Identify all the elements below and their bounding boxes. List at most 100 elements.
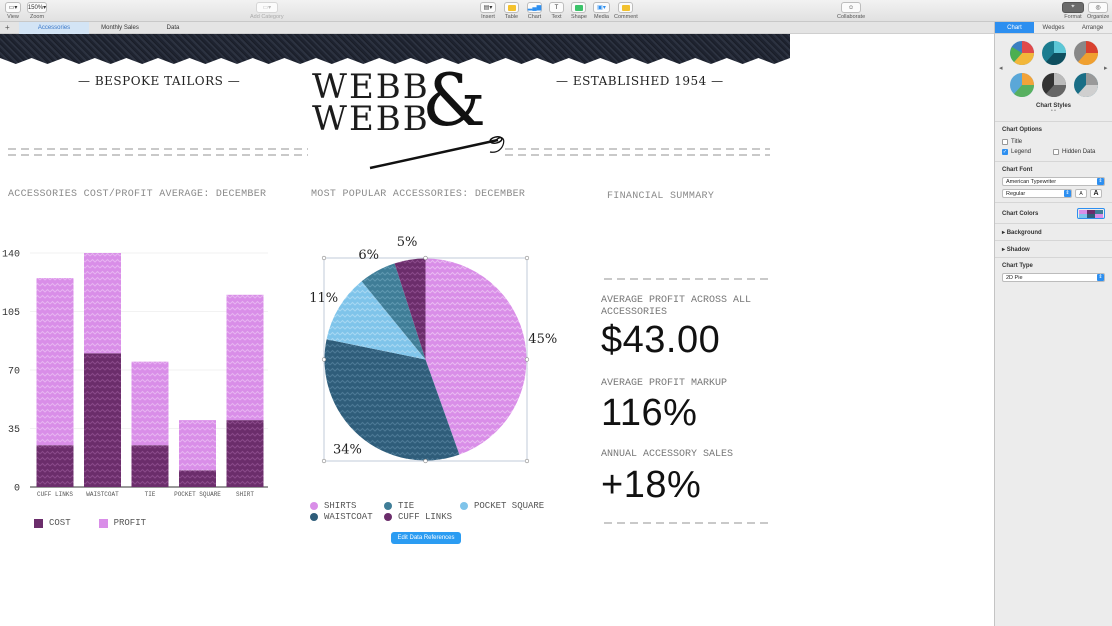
bar-cost[interactable] <box>36 445 74 487</box>
table-icon <box>504 2 519 13</box>
chart-style-2[interactable] <box>1041 40 1067 66</box>
bar-chart[interactable]: CUFF LINKS WAISTCOAT TIE POCKET SQUARE SHIRT… <box>0 234 290 534</box>
legend-label-waistcoat: WAISTCOAT <box>324 512 373 522</box>
sidebar-tab-wedges[interactable]: Wedges <box>1034 22 1073 33</box>
shape-button[interactable]: Shape <box>571 2 587 20</box>
table-button[interactable]: Table <box>504 2 519 20</box>
edit-data-references-button[interactable]: Edit Data References <box>391 532 461 544</box>
media-button[interactable]: ▣▾ Media <box>593 2 610 20</box>
tab-accessories[interactable]: Accessories <box>19 22 89 34</box>
table-label: Table <box>504 14 519 20</box>
legend-label-cuff-links: CUFF LINKS <box>398 512 453 522</box>
background-disclosure[interactable]: ▸ Background <box>995 223 1112 240</box>
add-sheet-button[interactable]: + <box>5 22 10 33</box>
styles-page-dots[interactable]: • • <box>995 109 1112 114</box>
format-sidebar: Chart Wedges Arrange ◂ ▸ Chart Styles • … <box>994 22 1112 626</box>
pie-legend-pocket-square: POCKET SQUARE <box>460 501 544 511</box>
tab-data[interactable]: Data <box>138 22 208 34</box>
legend-dot-tie <box>384 502 392 510</box>
bar-chart-title: ACCESSORIES COST/PROFIT AVERAGE: DECEMBE… <box>8 189 267 200</box>
add-category-icon: ▭▾ <box>255 2 278 13</box>
chevron-left-icon[interactable]: ◂ <box>999 64 1003 72</box>
chart-colors-picker[interactable] <box>1077 208 1105 219</box>
chart-type-value: 2D Pie <box>1006 275 1023 281</box>
title-option[interactable]: Title <box>1002 137 1105 147</box>
chart-button[interactable]: ▂▄▆ Chart <box>527 2 542 20</box>
legend-dot-shirts <box>310 502 318 510</box>
comment-button[interactable]: Comment <box>614 2 638 20</box>
chart-styles-grid: ◂ ▸ <box>995 38 1112 102</box>
chart-style-6[interactable] <box>1073 72 1099 98</box>
pie-value-label: 45% <box>528 332 557 347</box>
chart-type-section: Chart Type 2D Pie ⇕ <box>995 257 1112 286</box>
bar-cost[interactable] <box>226 420 264 487</box>
bar-cost[interactable] <box>84 353 121 487</box>
paintbrush-icon: ⌖ <box>1062 2 1084 13</box>
organize-icon: ◎ <box>1088 2 1109 13</box>
view-control[interactable]: ▭▾ View <box>5 2 21 20</box>
toolbar: ▭▾ View 150% ▾ Zoom ▭▾ Add Category ▤▾ In… <box>0 0 1112 22</box>
chart-style-1[interactable] <box>1009 40 1035 66</box>
zoom-control[interactable]: 150% ▾ Zoom <box>27 2 47 20</box>
chart-icon: ▂▄▆ <box>527 2 542 13</box>
bar-profit[interactable] <box>84 253 121 354</box>
legend-option-label: Legend <box>1011 149 1032 155</box>
font-style-value: Regular <box>1006 191 1026 197</box>
logo-ampersand: & <box>422 58 487 142</box>
bar-profit[interactable] <box>131 361 169 446</box>
bar-cost[interactable] <box>179 470 216 487</box>
text-button[interactable]: T Text <box>549 2 564 20</box>
chart-font-section: Chart Font American Typewriter ⇕ Regular ⇕… <box>995 161 1112 202</box>
organize-button[interactable]: ◎ Organize <box>1087 2 1109 20</box>
legend-label-cost: COST <box>49 518 71 528</box>
zoom-select[interactable]: 150% ▾ <box>27 2 47 13</box>
zoom-value: 150% <box>27 4 44 11</box>
insert-button[interactable]: ▤▾ Insert <box>480 2 496 20</box>
legend-option[interactable]: ✓ Legend Hidden Data <box>1002 147 1105 157</box>
chevron-right-icon[interactable]: ▸ <box>1104 64 1108 72</box>
legend-label-tie: TIE <box>398 501 415 511</box>
chevron-updown-icon: ⇕ <box>1097 274 1104 281</box>
chart-style-5[interactable] <box>1041 72 1067 98</box>
sidebar-tab-arrange[interactable]: Arrange <box>1073 22 1112 33</box>
bar-profit[interactable] <box>36 278 74 446</box>
font-style-select[interactable]: Regular ⇕ <box>1002 189 1072 198</box>
pie-chart[interactable]: 45% 34% 11% 6% 5% <box>300 229 580 474</box>
title-option-label: Title <box>1011 139 1023 145</box>
legend-dot-pocket-square <box>460 502 468 510</box>
bar-profit[interactable] <box>226 294 264 421</box>
bar-cost[interactable] <box>131 445 169 487</box>
chart-style-3[interactable] <box>1073 40 1099 66</box>
pie-legend-tie: TIE <box>384 501 414 511</box>
view-label: View <box>7 14 19 20</box>
chart-type-select[interactable]: 2D Pie ⇕ <box>1002 273 1105 282</box>
format-button[interactable]: ⌖ Format <box>1062 2 1084 20</box>
font-smaller-button[interactable]: A <box>1075 189 1087 198</box>
add-category-button[interactable]: ▭▾ Add Category <box>250 2 284 20</box>
denim-banner <box>0 34 790 64</box>
x-tick-label: TIE <box>145 491 156 498</box>
x-tick-label: WAISTCOAT <box>86 491 119 498</box>
needle-icon <box>369 136 505 170</box>
chart-options-title: Chart Options <box>1002 127 1042 133</box>
hidden-data-checkbox[interactable] <box>1053 149 1060 155</box>
legend-checkbox[interactable]: ✓ <box>1002 149 1008 155</box>
right-header-text: — ESTABLISHED 1954 — <box>556 74 724 88</box>
shadow-disclosure[interactable]: ▸ Shadow <box>995 240 1112 257</box>
dash-divider-right-2 <box>505 154 770 156</box>
title-checkbox[interactable] <box>1002 139 1008 145</box>
chart-style-4[interactable] <box>1009 72 1035 98</box>
bar-profit[interactable] <box>179 420 216 471</box>
font-larger-button[interactable]: A <box>1090 189 1102 198</box>
stat-avg-profit-label: AVERAGE PROFIT ACROSS ALL ACCESSORIES <box>601 295 752 318</box>
font-family-select[interactable]: American Typewriter ⇕ <box>1002 177 1105 186</box>
legend-swatch-cost <box>34 518 43 528</box>
text-icon: T <box>549 2 564 13</box>
shape-label: Shape <box>571 14 587 20</box>
sidebar-tab-chart[interactable]: Chart <box>995 22 1034 33</box>
collaborate-icon: ☺ <box>841 2 862 13</box>
view-icon: ▭▾ <box>5 2 21 13</box>
collaborate-button[interactable]: ☺ Collaborate <box>837 2 865 20</box>
organize-label: Organize <box>1087 14 1110 20</box>
y-tick-label: 105 <box>2 308 20 319</box>
